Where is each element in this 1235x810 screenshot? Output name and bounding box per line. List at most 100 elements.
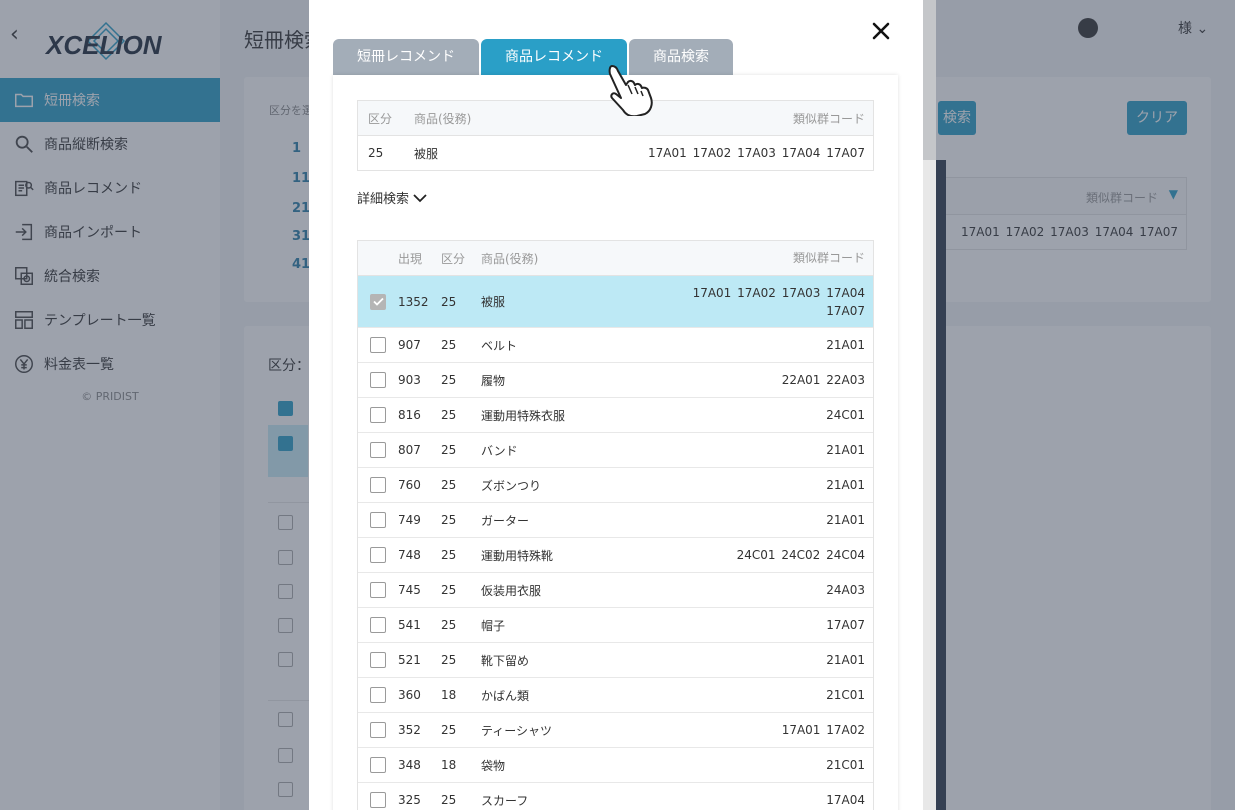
- row-kubun: 25: [441, 294, 457, 309]
- table-row[interactable]: 807 25 バンド 21A01: [358, 433, 873, 468]
- row-checkbox[interactable]: [370, 547, 386, 563]
- row-item: バンド: [481, 443, 518, 458]
- row-checkbox[interactable]: [370, 617, 386, 633]
- table-row[interactable]: 903 25 履物 22A01 22A03: [358, 363, 873, 398]
- row-kubun: 25: [441, 373, 457, 387]
- row-count: 521: [398, 653, 421, 667]
- row-item: 履物: [481, 373, 506, 388]
- detail-search-label: 詳細検索: [357, 192, 410, 207]
- row-kubun: 25: [441, 618, 457, 632]
- close-button[interactable]: [868, 18, 894, 44]
- row-code: 21A01: [826, 478, 865, 492]
- tab-tanzaku-recommend[interactable]: 短冊レコメンド: [333, 39, 479, 75]
- table-row[interactable]: 745 25 仮装用衣服 24A03: [358, 573, 873, 608]
- row-count: 360: [398, 688, 421, 702]
- check-icon: [372, 297, 384, 306]
- row-kubun: 25: [441, 793, 457, 807]
- scrollbar-thumb[interactable]: [923, 0, 936, 160]
- row-code: 24C01: [826, 408, 865, 422]
- row-code: 17A01 17A02 17A03 17A04 17A07: [692, 285, 865, 318]
- table-row[interactable]: 360 18 かばん類 21C01: [358, 678, 873, 713]
- row-code: 21A01: [826, 443, 865, 457]
- row-checkbox[interactable]: [370, 582, 386, 598]
- modal-scrollbar[interactable]: [923, 0, 936, 810]
- row-count: 903: [398, 373, 421, 387]
- summary-code: 17A01 17A02 17A03 17A04 17A07: [648, 146, 865, 160]
- row-kubun: 25: [441, 478, 457, 492]
- table-row[interactable]: 521 25 靴下留め 21A01: [358, 643, 873, 678]
- row-count: 807: [398, 443, 421, 457]
- row-kubun: 25: [441, 338, 457, 352]
- row-item: 被服: [481, 295, 506, 309]
- table-row[interactable]: 1352 25 被服 17A01 17A02 17A03 17A04 17A07: [358, 276, 873, 328]
- row-kubun: 25: [441, 408, 457, 422]
- row-kubun: 25: [441, 723, 457, 737]
- row-item: 運動用特殊衣服: [481, 408, 566, 423]
- row-count: 1352: [398, 294, 429, 309]
- row-item: 帽子: [481, 618, 506, 633]
- row-checkbox[interactable]: [370, 512, 386, 528]
- close-icon: [872, 22, 890, 40]
- row-checkbox[interactable]: [370, 652, 386, 668]
- row-code: 21A01: [826, 513, 865, 527]
- row-code: 22A01 22A03: [781, 373, 865, 387]
- row-count: 541: [398, 618, 421, 632]
- row-kubun: 25: [441, 653, 457, 667]
- row-count: 760: [398, 478, 421, 492]
- row-checkbox[interactable]: [370, 442, 386, 458]
- recommend-modal: 短冊レコメンド 商品レコメンド 商品検索 区分 商品(役務) 類似群コード 25…: [309, 0, 936, 810]
- row-count: 352: [398, 723, 421, 737]
- tab-panel: 区分 商品(役務) 類似群コード 25 被服 17A01 17A02 17A03…: [333, 75, 898, 810]
- row-checkbox[interactable]: [370, 477, 386, 493]
- row-code: 21A01: [826, 653, 865, 667]
- header-code: 類似群コード: [792, 111, 865, 126]
- table-row[interactable]: 749 25 ガーター 21A01: [358, 503, 873, 538]
- row-item: ティーシャツ: [481, 723, 553, 738]
- table-row[interactable]: 352 25 ティーシャツ 17A01 17A02: [358, 713, 873, 748]
- row-code: 17A01 17A02: [781, 723, 865, 737]
- row-checkbox[interactable]: [370, 687, 386, 703]
- row-checkbox[interactable]: [370, 337, 386, 353]
- row-checkbox[interactable]: [370, 407, 386, 423]
- table-row[interactable]: 760 25 ズボンつり 21A01: [358, 468, 873, 503]
- pointer-hand-icon: [608, 65, 653, 116]
- row-checkbox[interactable]: [370, 757, 386, 773]
- row-kubun: 25: [441, 583, 457, 597]
- row-code: 17A07: [826, 618, 865, 632]
- results-body: 1352 25 被服 17A01 17A02 17A03 17A04 17A07 907…: [358, 276, 873, 810]
- table-row[interactable]: 325 25 スカーフ 17A04: [358, 783, 873, 810]
- row-item: ズボンつり: [481, 478, 542, 493]
- row-code: 24C01 24C02 24C04: [736, 548, 865, 562]
- row-item: 運動用特殊靴: [481, 548, 554, 563]
- row-code: 24A03: [826, 583, 865, 597]
- summary-item: 被服: [414, 146, 439, 161]
- table-row[interactable]: 907 25 ベルト 21A01: [358, 328, 873, 363]
- row-kubun: 25: [441, 513, 457, 527]
- table-row[interactable]: 541 25 帽子 17A07: [358, 608, 873, 643]
- row-item: ベルト: [481, 338, 518, 353]
- detail-search-toggle[interactable]: 詳細検索: [357, 188, 427, 207]
- results-header: 出現 区分 商品(役務) 類似群コード: [358, 241, 873, 276]
- table-row[interactable]: 348 18 袋物 21C01: [358, 748, 873, 783]
- row-kubun: 25: [441, 548, 457, 562]
- row-checkbox[interactable]: [370, 372, 386, 388]
- row-checkbox[interactable]: [370, 293, 386, 310]
- row-kubun: 18: [441, 758, 457, 772]
- summary-row: 25 被服 17A01 17A02 17A03 17A04 17A07: [358, 136, 873, 170]
- row-kubun: 25: [441, 443, 457, 457]
- header-kubun: 区分: [441, 251, 466, 266]
- row-item: 靴下留め: [481, 653, 530, 668]
- table-row[interactable]: 816 25 運動用特殊衣服 24C01: [358, 398, 873, 433]
- recommend-results-table: 出現 区分 商品(役務) 類似群コード 1352 25 被服 17A01 17A02 …: [357, 240, 874, 810]
- row-count: 745: [398, 583, 421, 597]
- table-row[interactable]: 748 25 運動用特殊靴 24C01 24C02 24C04: [358, 538, 873, 573]
- row-checkbox[interactable]: [370, 722, 386, 738]
- row-count: 907: [398, 338, 421, 352]
- row-count: 325: [398, 793, 421, 807]
- row-item: スカーフ: [481, 793, 529, 808]
- row-code: 21C01: [826, 758, 865, 772]
- summary-kubun: 25: [368, 146, 384, 160]
- row-checkbox[interactable]: [370, 792, 386, 808]
- row-item: ガーター: [481, 513, 530, 528]
- row-code: 21C01: [826, 688, 865, 702]
